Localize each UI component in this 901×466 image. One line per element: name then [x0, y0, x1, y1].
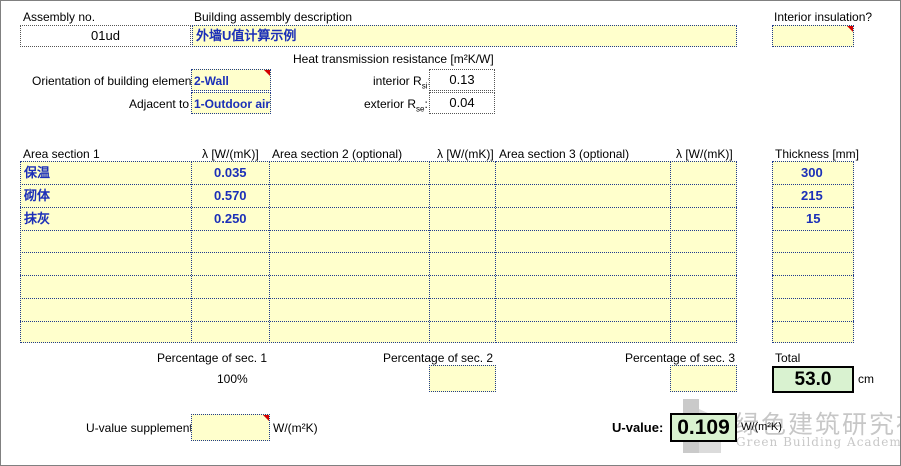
adjacent-to-label: Adjacent to: [129, 97, 190, 111]
interior-insulation-field[interactable]: [772, 25, 854, 47]
row-divider: [772, 230, 854, 231]
row-divider: [20, 252, 737, 253]
total-label: Total: [775, 351, 801, 365]
description-field[interactable]: 外墙U值计算示例: [192, 25, 737, 47]
comment-marker-icon[interactable]: [264, 70, 270, 76]
adjacent-select[interactable]: 1-Outdoor air: [191, 92, 271, 114]
layer-thickness[interactable]: 15: [806, 211, 820, 227]
description-value: 外墙U值计算示例: [196, 28, 297, 43]
lambda-1-header: λ [W/(mK)]: [202, 147, 259, 161]
row-divider: [772, 252, 854, 253]
assembly-no-field[interactable]: 01ud: [20, 25, 191, 47]
adjacent-value: 1-Outdoor air: [194, 97, 271, 111]
comment-marker-icon[interactable]: [847, 26, 853, 32]
layer-thickness[interactable]: 215: [801, 188, 823, 204]
ufactor-worksheet: Assembly no. Building assembly descripti…: [0, 0, 901, 466]
interior-insulation-label: Interior insulation?: [774, 10, 873, 24]
layer-lambda[interactable]: 0.035: [214, 165, 247, 181]
area-section-1-header: Area section 1: [23, 147, 100, 161]
layer-lambda[interactable]: 0.570: [214, 188, 247, 204]
row-divider: [20, 207, 737, 208]
watermark-en: Green Building Academy: [736, 435, 901, 449]
layer-name[interactable]: 抹灰: [24, 211, 50, 227]
u-supplement-unit: W/(m²K): [273, 421, 318, 435]
total-value: 53.0: [772, 366, 854, 393]
u-value-result: 0.109: [670, 413, 737, 442]
row-divider: [20, 321, 737, 322]
interior-r-label: interior Rsi:: [373, 74, 431, 91]
lambda-3-header: λ [W/(mK)]: [676, 147, 733, 161]
pct-sec2-label: Percentage of sec. 2: [383, 351, 494, 365]
row-divider: [772, 184, 854, 185]
layer-name[interactable]: 保温: [24, 165, 50, 181]
row-divider: [772, 298, 854, 299]
building-desc-label: Building assembly description: [194, 10, 353, 24]
row-divider: [772, 321, 854, 322]
assembly-no-label: Assembly no.: [23, 10, 96, 24]
layer-lambda[interactable]: 0.250: [214, 211, 247, 227]
lambda-2-header: λ [W/(mK)]: [437, 147, 494, 161]
comment-marker-icon[interactable]: [263, 415, 269, 421]
interior-r-field[interactable]: 0.13: [429, 69, 495, 91]
exterior-r-label: exterior Rse:: [364, 97, 428, 114]
layer-name[interactable]: 砌体: [24, 188, 50, 204]
row-divider: [20, 230, 737, 231]
area-section-2-header: Area section 2 (optional): [272, 147, 403, 161]
row-divider: [20, 298, 737, 299]
area-section-3-header: Area section 3 (optional): [499, 147, 630, 161]
orientation-select[interactable]: 2-Wall: [191, 69, 271, 91]
layer-thickness[interactable]: 300: [801, 165, 823, 181]
exterior-r-field[interactable]: 0.04: [429, 92, 495, 114]
row-divider: [772, 275, 854, 276]
u-supplement-field[interactable]: [191, 414, 270, 441]
orientation-value: 2-Wall: [194, 74, 229, 88]
thickness-header: Thickness [mm]: [775, 147, 860, 161]
row-divider: [772, 207, 854, 208]
pct-sec3-label: Percentage of sec. 3: [625, 351, 736, 365]
row-divider: [20, 184, 737, 185]
pct-sec2-field[interactable]: [429, 365, 496, 392]
u-supplement-label: U-value supplement: [86, 421, 193, 435]
orientation-label: Orientation of building element: [32, 74, 195, 88]
pct-sec1-label: Percentage of sec. 1: [157, 351, 268, 365]
pct-sec1-value: 100%: [217, 372, 248, 386]
row-divider: [20, 275, 737, 276]
pct-sec3-field[interactable]: [670, 365, 737, 392]
total-unit: cm: [858, 372, 874, 386]
u-value-label: U-value:: [612, 420, 664, 435]
u-value-unit: W/(m²K): [741, 421, 782, 433]
heat-transmission-label: Heat transmission resistance [m²K/W]: [293, 52, 494, 66]
